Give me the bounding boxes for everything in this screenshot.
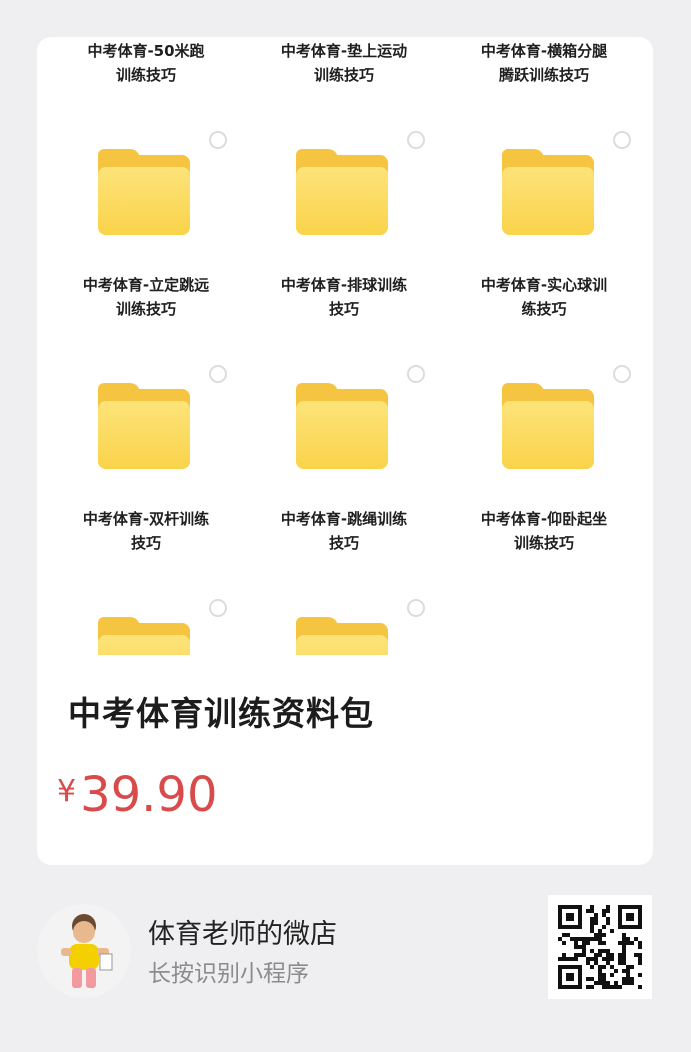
folder-tile[interactable]: 中考体育-横箱分腿 腾跃训练技巧 (449, 37, 639, 97)
folder-label-line1: 中考体育-仰卧起坐 (480, 510, 608, 528)
folder-label-line2: 练技巧 (521, 300, 567, 318)
folder-label-line2: 训练技巧 (313, 66, 374, 84)
folder-tile[interactable]: 中考体育-跳绳训练 技巧 (249, 353, 439, 563)
select-radio-icon[interactable] (613, 365, 631, 383)
select-radio-icon[interactable] (407, 365, 425, 383)
folder-icon (296, 617, 388, 655)
folder-label-line2: 技巧 (328, 534, 359, 552)
folder-label-line2: 技巧 (130, 534, 161, 552)
select-radio-icon[interactable] (209, 599, 227, 617)
avatar[interactable] (37, 904, 131, 998)
folder-label-line1: 中考体育-立定跳远 (82, 276, 210, 294)
folder-tile[interactable]: 中考体育-排球训练 技巧 (249, 119, 439, 329)
product-card[interactable]: 中考体育-50米跑 训练技巧 中考体育-垫上运动 训练技巧 中考体育-横箱分腿 … (37, 37, 653, 865)
folder-icon (98, 617, 190, 655)
shop-name: 体育老师的微店 (148, 919, 337, 950)
folder-label-line2: 训练技巧 (513, 534, 574, 552)
folder-preview-grid: 中考体育-50米跑 训练技巧 中考体育-垫上运动 训练技巧 中考体育-横箱分腿 … (37, 37, 653, 655)
shop-subtitle: 长按识别小程序 (148, 961, 309, 987)
folder-label-line1: 中考体育-双杆训练 (82, 510, 210, 528)
folder-tile[interactable] (249, 587, 439, 655)
folder-icon (502, 149, 594, 235)
folder-label-line2: 技巧 (328, 300, 359, 318)
folder-icon (296, 149, 388, 235)
folder-label-line1: 中考体育-50米跑 (87, 42, 205, 60)
select-radio-icon[interactable] (209, 365, 227, 383)
folder-label-line2: 训练技巧 (115, 300, 176, 318)
currency-symbol: ¥ (57, 774, 77, 809)
folder-tile[interactable]: 中考体育-仰卧起坐 训练技巧 (449, 353, 639, 563)
folder-icon (502, 383, 594, 469)
select-radio-icon[interactable] (209, 131, 227, 149)
folder-label-line1: 中考体育-实心球训 (480, 276, 608, 294)
folder-icon (98, 383, 190, 469)
folder-label-line2: 腾跃训练技巧 (498, 66, 589, 84)
folder-label-line1: 中考体育-排球训练 (280, 276, 408, 294)
folder-label-line1: 中考体育-横箱分腿 (480, 42, 608, 60)
folder-label-line1: 中考体育-垫上运动 (280, 42, 408, 60)
folder-label-line2: 训练技巧 (115, 66, 176, 84)
price-value: 39.90 (80, 767, 218, 823)
avatar-illustration (61, 914, 113, 988)
folder-tile[interactable]: 中考体育-垫上运动 训练技巧 (249, 37, 439, 97)
select-radio-icon[interactable] (613, 131, 631, 149)
folder-icon (98, 149, 190, 235)
select-radio-icon[interactable] (407, 131, 425, 149)
folder-icon (296, 383, 388, 469)
folder-tile[interactable]: 中考体育-50米跑 训练技巧 (51, 37, 241, 97)
folder-label-line1: 中考体育-跳绳训练 (280, 510, 408, 528)
qr-code-icon[interactable] (548, 895, 652, 999)
product-price: ¥39.90 (57, 767, 218, 823)
folder-tile[interactable]: 中考体育-双杆训练 技巧 (51, 353, 241, 563)
select-radio-icon[interactable] (407, 599, 425, 617)
folder-tile[interactable]: 中考体育-立定跳远 训练技巧 (51, 119, 241, 329)
product-title: 中考体育训练资料包 (68, 694, 374, 733)
folder-tile[interactable]: 中考体育-实心球训 练技巧 (449, 119, 639, 329)
folder-tile[interactable] (51, 587, 241, 655)
